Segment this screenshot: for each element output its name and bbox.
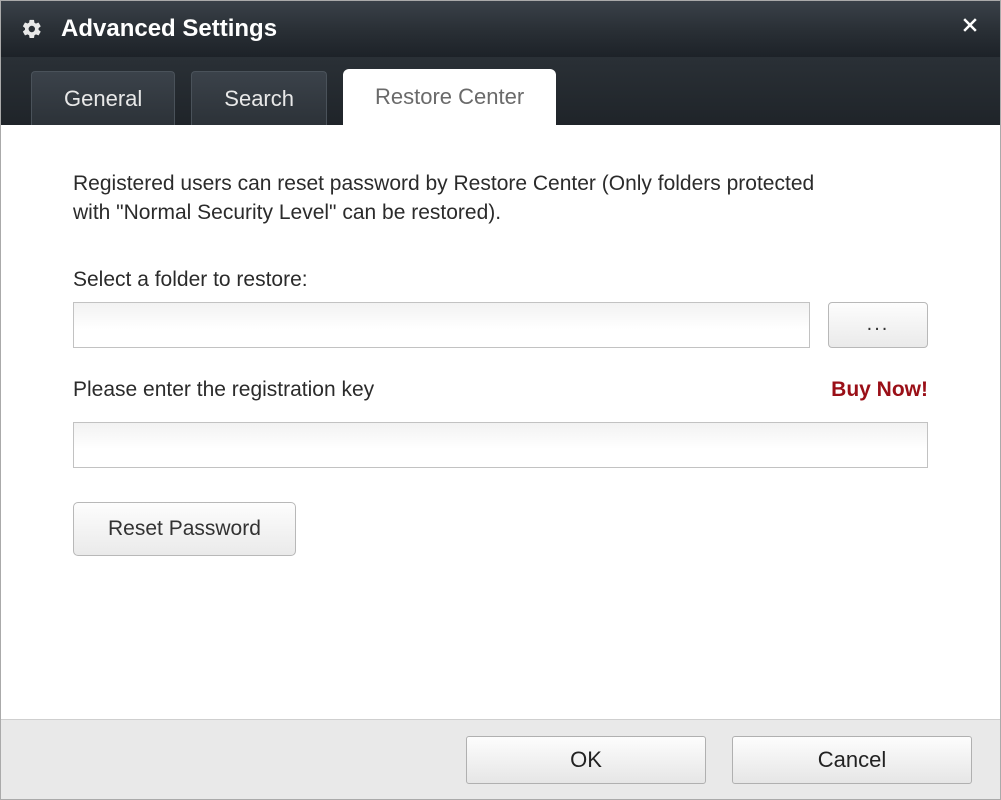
gear-icon bbox=[21, 18, 43, 40]
tab-general[interactable]: General bbox=[31, 71, 175, 125]
registration-key-input[interactable] bbox=[73, 422, 928, 468]
folder-input[interactable] bbox=[73, 302, 810, 348]
dialog-footer: OK Cancel bbox=[1, 719, 1000, 799]
close-icon[interactable] bbox=[960, 15, 980, 35]
tab-search[interactable]: Search bbox=[191, 71, 327, 125]
browse-button[interactable]: ... bbox=[828, 302, 928, 348]
folder-row: ... bbox=[73, 302, 928, 348]
tabbar: General Search Restore Center bbox=[1, 57, 1000, 125]
registration-label: Please enter the registration key bbox=[73, 378, 374, 402]
settings-window: Advanced Settings General Search Restore… bbox=[0, 0, 1001, 800]
window-title: Advanced Settings bbox=[61, 15, 277, 43]
folder-label: Select a folder to restore: bbox=[73, 268, 928, 292]
titlebar: Advanced Settings bbox=[1, 1, 1000, 57]
reset-password-button[interactable]: Reset Password bbox=[73, 502, 296, 556]
ok-button[interactable]: OK bbox=[466, 736, 706, 784]
cancel-button[interactable]: Cancel bbox=[732, 736, 972, 784]
description-text: Registered users can reset password by R… bbox=[73, 169, 853, 228]
tab-restore-center[interactable]: Restore Center bbox=[343, 69, 556, 125]
buy-now-link[interactable]: Buy Now! bbox=[831, 378, 928, 402]
registration-label-row: Please enter the registration key Buy No… bbox=[73, 378, 928, 412]
content-panel: Registered users can reset password by R… bbox=[1, 125, 1000, 719]
